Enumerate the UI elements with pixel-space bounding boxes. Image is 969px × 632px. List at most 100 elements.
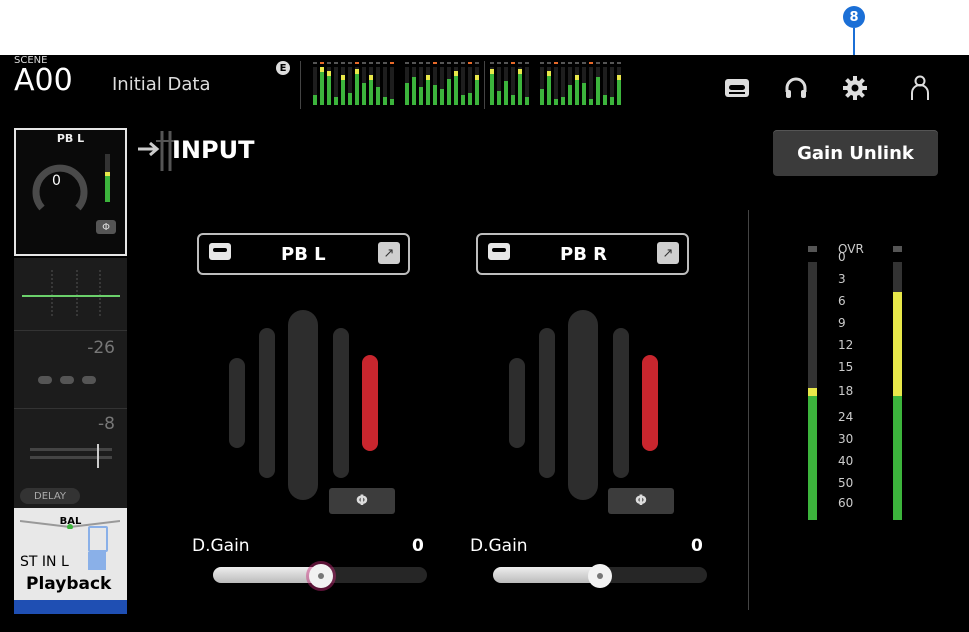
overview-meter-bar	[433, 85, 437, 105]
scale-label: 60	[838, 496, 854, 510]
strip-name-panel[interactable]: BAL ST IN L Playback	[14, 508, 127, 601]
meter-scale: OVR 0 3 6 9 12 15 18 24 30 40 50 60	[838, 240, 878, 530]
scale-label: 6	[838, 294, 846, 308]
overview-meter-bar	[461, 95, 465, 105]
strip-divider	[14, 330, 127, 331]
strip-level-meter	[105, 154, 110, 202]
channel-2-dgain-value: 0	[691, 536, 703, 556]
overview-meter-bar	[603, 95, 607, 105]
scene-name[interactable]: Initial Data	[112, 74, 211, 95]
channel-1-slider-knob[interactable]	[309, 564, 333, 588]
channel-2-name: PB R	[560, 243, 608, 265]
meter-separator	[748, 210, 749, 610]
channel-1-name: PB L	[281, 243, 326, 265]
overview-meter-bar	[447, 79, 451, 105]
level-bar	[333, 328, 349, 478]
scale-label: 12	[838, 338, 854, 352]
page-title: INPUT	[172, 136, 255, 164]
scale-label: 0	[838, 250, 846, 264]
channel-id: ST IN L	[20, 554, 69, 570]
input-port-icon	[88, 552, 106, 570]
scale-label: 40	[838, 454, 854, 468]
overview-meter-bar	[454, 71, 458, 105]
input-port-icon	[88, 526, 108, 552]
header-separator	[300, 61, 301, 109]
scale-label: 24	[838, 410, 854, 424]
comp-graphic	[30, 444, 112, 468]
channel-2-slider-knob[interactable]	[588, 564, 612, 588]
overview-meter-bar	[568, 85, 572, 105]
channel-2-name-button[interactable]: PB R ↗	[476, 233, 689, 275]
channel-1-phase-button[interactable]: Φ	[329, 488, 395, 514]
scale-label: 15	[838, 360, 854, 374]
channel-1-name-button[interactable]: PB L ↗	[197, 233, 410, 275]
overview-meter-bar	[412, 77, 416, 105]
meter-l-ovr	[808, 246, 817, 252]
strip-divider	[14, 408, 127, 409]
overview-meter-bar	[504, 81, 508, 105]
overview-meters[interactable]	[305, 61, 655, 109]
gate-dot	[82, 376, 96, 384]
level-bar-active	[642, 355, 658, 451]
level-bar	[509, 358, 525, 448]
comp-value: -8	[98, 414, 115, 434]
strip-processing-panel[interactable]: -26 -8 DELAY	[14, 258, 127, 508]
level-bar	[568, 310, 598, 500]
recorder-icon[interactable]	[722, 73, 752, 103]
overview-meter-bar	[440, 89, 444, 105]
headphones-icon[interactable]	[781, 73, 811, 103]
overview-meter-bar	[596, 77, 600, 105]
level-bar	[288, 310, 318, 500]
overview-meter-bar	[405, 83, 409, 105]
edit-icon[interactable]: ↗	[378, 242, 400, 264]
overview-meter-bar	[419, 87, 423, 105]
level-bar	[539, 328, 555, 478]
channel-2-dgain-label: D.Gain	[470, 536, 528, 556]
channel-color-bar	[14, 600, 127, 614]
level-bar	[229, 358, 245, 448]
scale-label: 50	[838, 476, 854, 490]
overview-meter-bar	[547, 71, 551, 105]
overview-meter-bar	[376, 87, 380, 105]
overview-meter-bar	[582, 83, 586, 105]
overview-meter-bar	[610, 97, 614, 105]
eq-curve-graphic[interactable]	[22, 270, 120, 318]
meter-r	[893, 262, 902, 520]
scale-label: 30	[838, 432, 854, 446]
overview-meter-bar	[362, 83, 366, 105]
strip-name: PB L	[56, 132, 85, 145]
overview-meter-bar	[383, 97, 387, 105]
level-bar-active	[362, 355, 378, 451]
meter-l	[808, 262, 817, 520]
e-badge-icon: E	[276, 61, 290, 75]
slider-fill	[493, 567, 600, 583]
overview-meter-bar	[348, 93, 352, 105]
channel-1-dgain-label: D.Gain	[192, 536, 250, 556]
gear-icon[interactable]	[840, 73, 870, 103]
edit-icon[interactable]: ↗	[657, 242, 679, 264]
channel-1-dgain-value: 0	[412, 536, 424, 556]
scale-label: 3	[838, 272, 846, 286]
overview-meter-bar	[313, 95, 317, 105]
recorder-icon	[209, 243, 231, 260]
scene-number[interactable]: A00	[14, 63, 73, 98]
slider-fill	[213, 567, 320, 583]
gain-unlink-button[interactable]: Gain Unlink	[773, 130, 938, 176]
overview-meter-bar	[490, 69, 494, 105]
meter-r-ovr	[893, 246, 902, 252]
strip-selected-panel[interactable]: PB L 0 Φ	[14, 128, 127, 256]
gate-threshold-value: -26	[87, 338, 115, 358]
overview-meter-bar	[518, 69, 522, 105]
delay-button[interactable]: DELAY	[20, 488, 80, 504]
user-icon[interactable]	[905, 73, 935, 103]
strip-phase-button[interactable]: Φ	[96, 220, 116, 234]
scale-label: 9	[838, 316, 846, 330]
overview-meter-bar	[511, 95, 515, 105]
overview-meter-bar	[589, 99, 593, 105]
bal-label: BAL	[59, 516, 82, 527]
overview-meters-graphic	[313, 61, 621, 109]
gate-dot	[38, 376, 52, 384]
overview-meter-bar	[561, 97, 565, 105]
channel-2-phase-button[interactable]: Φ	[608, 488, 674, 514]
overview-meter-bar	[468, 93, 472, 105]
